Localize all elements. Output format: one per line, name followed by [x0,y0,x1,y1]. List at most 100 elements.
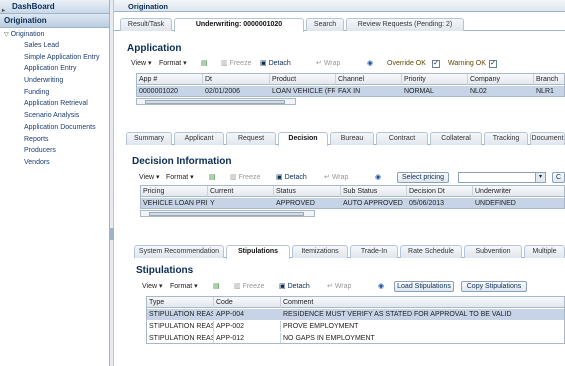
tab-applicant[interactable]: Applicant [174,132,224,145]
col-company[interactable]: Company [468,74,534,85]
table-row[interactable]: STIPULATION REASO APP-012 NO GAPS IN EMP… [147,333,564,343]
tab-underwriting[interactable]: Underwriting: 0000001020 [174,18,304,32]
table-row[interactable]: VEHICLE LOAN PRICI Y APPROVED AUTO APPRO… [141,198,564,208]
top-tabs: Result/Task Underwriting: 0000001020 Sea… [114,18,565,32]
tab-search[interactable]: Search [306,18,344,31]
detach-label: Detach [287,283,310,290]
format-menu[interactable]: Format ▾ [159,58,187,70]
tab-subvention[interactable]: Subvention [464,245,522,258]
tab-document[interactable]: Document [530,132,565,145]
freeze-button[interactable]: ▥ Freeze [230,172,260,184]
sidebar-item-underwriting[interactable]: Underwriting [0,75,109,87]
chevron-down-icon[interactable]: ▾ [535,173,545,182]
select-pricing-button[interactable]: Select pricing [397,172,449,183]
col-sub-status[interactable]: Sub Status [341,186,407,197]
wrap-button[interactable]: ↵ Wrap [316,58,340,70]
col-priority[interactable]: Priority [402,74,468,85]
detach-button[interactable]: ▣ Detach [276,172,307,184]
wrap-button[interactable]: ↵ Wrap [324,172,348,184]
tab-tracking[interactable]: Tracking [484,132,528,145]
load-stipulations-button[interactable]: Load Stipulations [394,281,454,292]
table-row[interactable]: STIPULATION REASO APP-004 RESIDENCE MUST… [147,309,564,320]
sidebar-item-application-retrieval[interactable]: Application Retrieval [0,98,109,110]
export-icon[interactable]: ▤ [213,281,220,293]
format-menu[interactable]: Format ▾ [170,281,198,293]
col-decision-dt[interactable]: Decision Dt [407,186,473,197]
overflow-button[interactable]: C [552,172,565,183]
nav-tree: ▽ Origination Sales Lead Simple Applicat… [0,28,109,169]
tab-contract[interactable]: Contract [376,132,428,145]
view-menu[interactable]: View ▾ [131,58,152,70]
tree-root-origination[interactable]: ▽ Origination [0,30,109,40]
application-hscrollbar[interactable] [136,98,296,105]
col-app-no[interactable]: App # [137,74,203,85]
tab-system-recommendation[interactable]: System Recommendation [134,245,224,258]
table-row[interactable]: STIPULATION REASO APP-002 PROVE EMPLOYME… [147,321,564,332]
tab-summary[interactable]: Summary [126,132,172,145]
wrap-button[interactable]: ↵ Wrap [327,281,351,293]
tab-bureau[interactable]: Bureau [330,132,374,145]
sidebar-item-vendors[interactable]: Vendors [0,157,109,169]
sidebar-item-funding[interactable]: Funding [0,87,109,99]
format-menu[interactable]: Format ▾ [166,172,194,184]
tab-stipulations[interactable]: Stipulations [226,245,290,259]
sidebar-item-producers[interactable]: Producers [0,145,109,157]
col-dt[interactable]: Dt [203,74,270,85]
tab-multiple[interactable]: Multiple [524,245,565,258]
detach-button[interactable]: ▣ Detach [279,281,310,293]
pricing-select[interactable]: ▾ [458,172,546,183]
detach-label: Detach [268,60,291,67]
sidebar-item-application-documents[interactable]: Application Documents [0,122,109,134]
col-branch[interactable]: Branch [534,74,564,85]
sidebar-item-reports[interactable]: Reports [0,134,109,146]
lookup-icon[interactable]: ◉ [367,58,373,70]
table-header: Pricing Current Status Sub Status Decisi… [141,186,564,197]
view-menu[interactable]: View ▾ [142,281,163,293]
table-row[interactable]: 0000001020 02/01/2006 LOAN VEHICLE (FR) … [137,86,564,96]
freeze-button[interactable]: ▥ Freeze [234,281,264,293]
col-comment[interactable]: Comment [281,297,564,308]
scroll-thumb[interactable] [149,212,304,216]
export-icon[interactable]: ▤ [209,172,216,184]
col-product[interactable]: Product [270,74,336,85]
lookup-icon[interactable]: ◉ [378,281,384,293]
tab-request[interactable]: Request [226,132,276,145]
col-channel[interactable]: Channel [336,74,402,85]
col-current[interactable]: Current [208,186,274,197]
tab-trade-in[interactable]: Trade-In [350,245,398,258]
dashboard-header[interactable]: ▸ DashBoard [0,0,109,14]
col-code[interactable]: Code [214,297,281,308]
view-menu[interactable]: View ▾ [139,172,160,184]
tab-itemizations[interactable]: Itemizations [292,245,348,258]
scroll-thumb[interactable] [145,100,285,104]
origination-header[interactable]: Origination [0,14,109,28]
tab-decision[interactable]: Decision [278,132,328,146]
warning-ok-checkbox[interactable]: ✓ [489,60,497,68]
export-icon[interactable]: ▤ [201,58,208,70]
lookup-icon[interactable]: ◉ [375,172,381,184]
tab-review-requests[interactable]: Review Requests (Pending: 2) [346,18,464,31]
sidebar-item-simple-application-entry[interactable]: Simple Application Entry [0,52,109,64]
tab-collateral[interactable]: Collateral [430,132,482,145]
sidebar-item-sales-lead[interactable]: Sales Lead [0,40,109,52]
col-type[interactable]: Type [147,297,214,308]
tab-rate-schedule[interactable]: Rate Schedule [400,245,462,258]
cell-type: STIPULATION REASO [149,333,214,343]
override-ok-label: Override OK [387,60,426,67]
detach-button[interactable]: ▣ Detach [260,58,291,70]
copy-stipulations-button[interactable]: Copy Stipulations [461,281,527,292]
tab-result-task[interactable]: Result/Task [120,18,172,31]
cell-comment: RESIDENCE MUST VERIFY AS STATED FOR APPR… [281,309,564,320]
sidebar-item-application-entry[interactable]: Application Entry [0,63,109,75]
freeze-button[interactable]: ▥ Freeze [221,58,251,70]
format-label: Format [159,60,182,67]
sidebar-item-scenario-analysis[interactable]: Scenario Analysis [0,110,109,122]
col-underwriter[interactable]: Underwriter [473,186,564,197]
override-ok-checkbox[interactable]: ✓ [432,60,440,68]
col-pricing[interactable]: Pricing [141,186,208,197]
view-label: View [142,283,158,290]
decision-hscrollbar[interactable] [140,210,315,217]
stipulations-table: Type Code Comment STIPULATION REASO APP-… [146,296,565,344]
col-status[interactable]: Status [274,186,341,197]
dashboard-label: DashBoard [12,2,55,11]
